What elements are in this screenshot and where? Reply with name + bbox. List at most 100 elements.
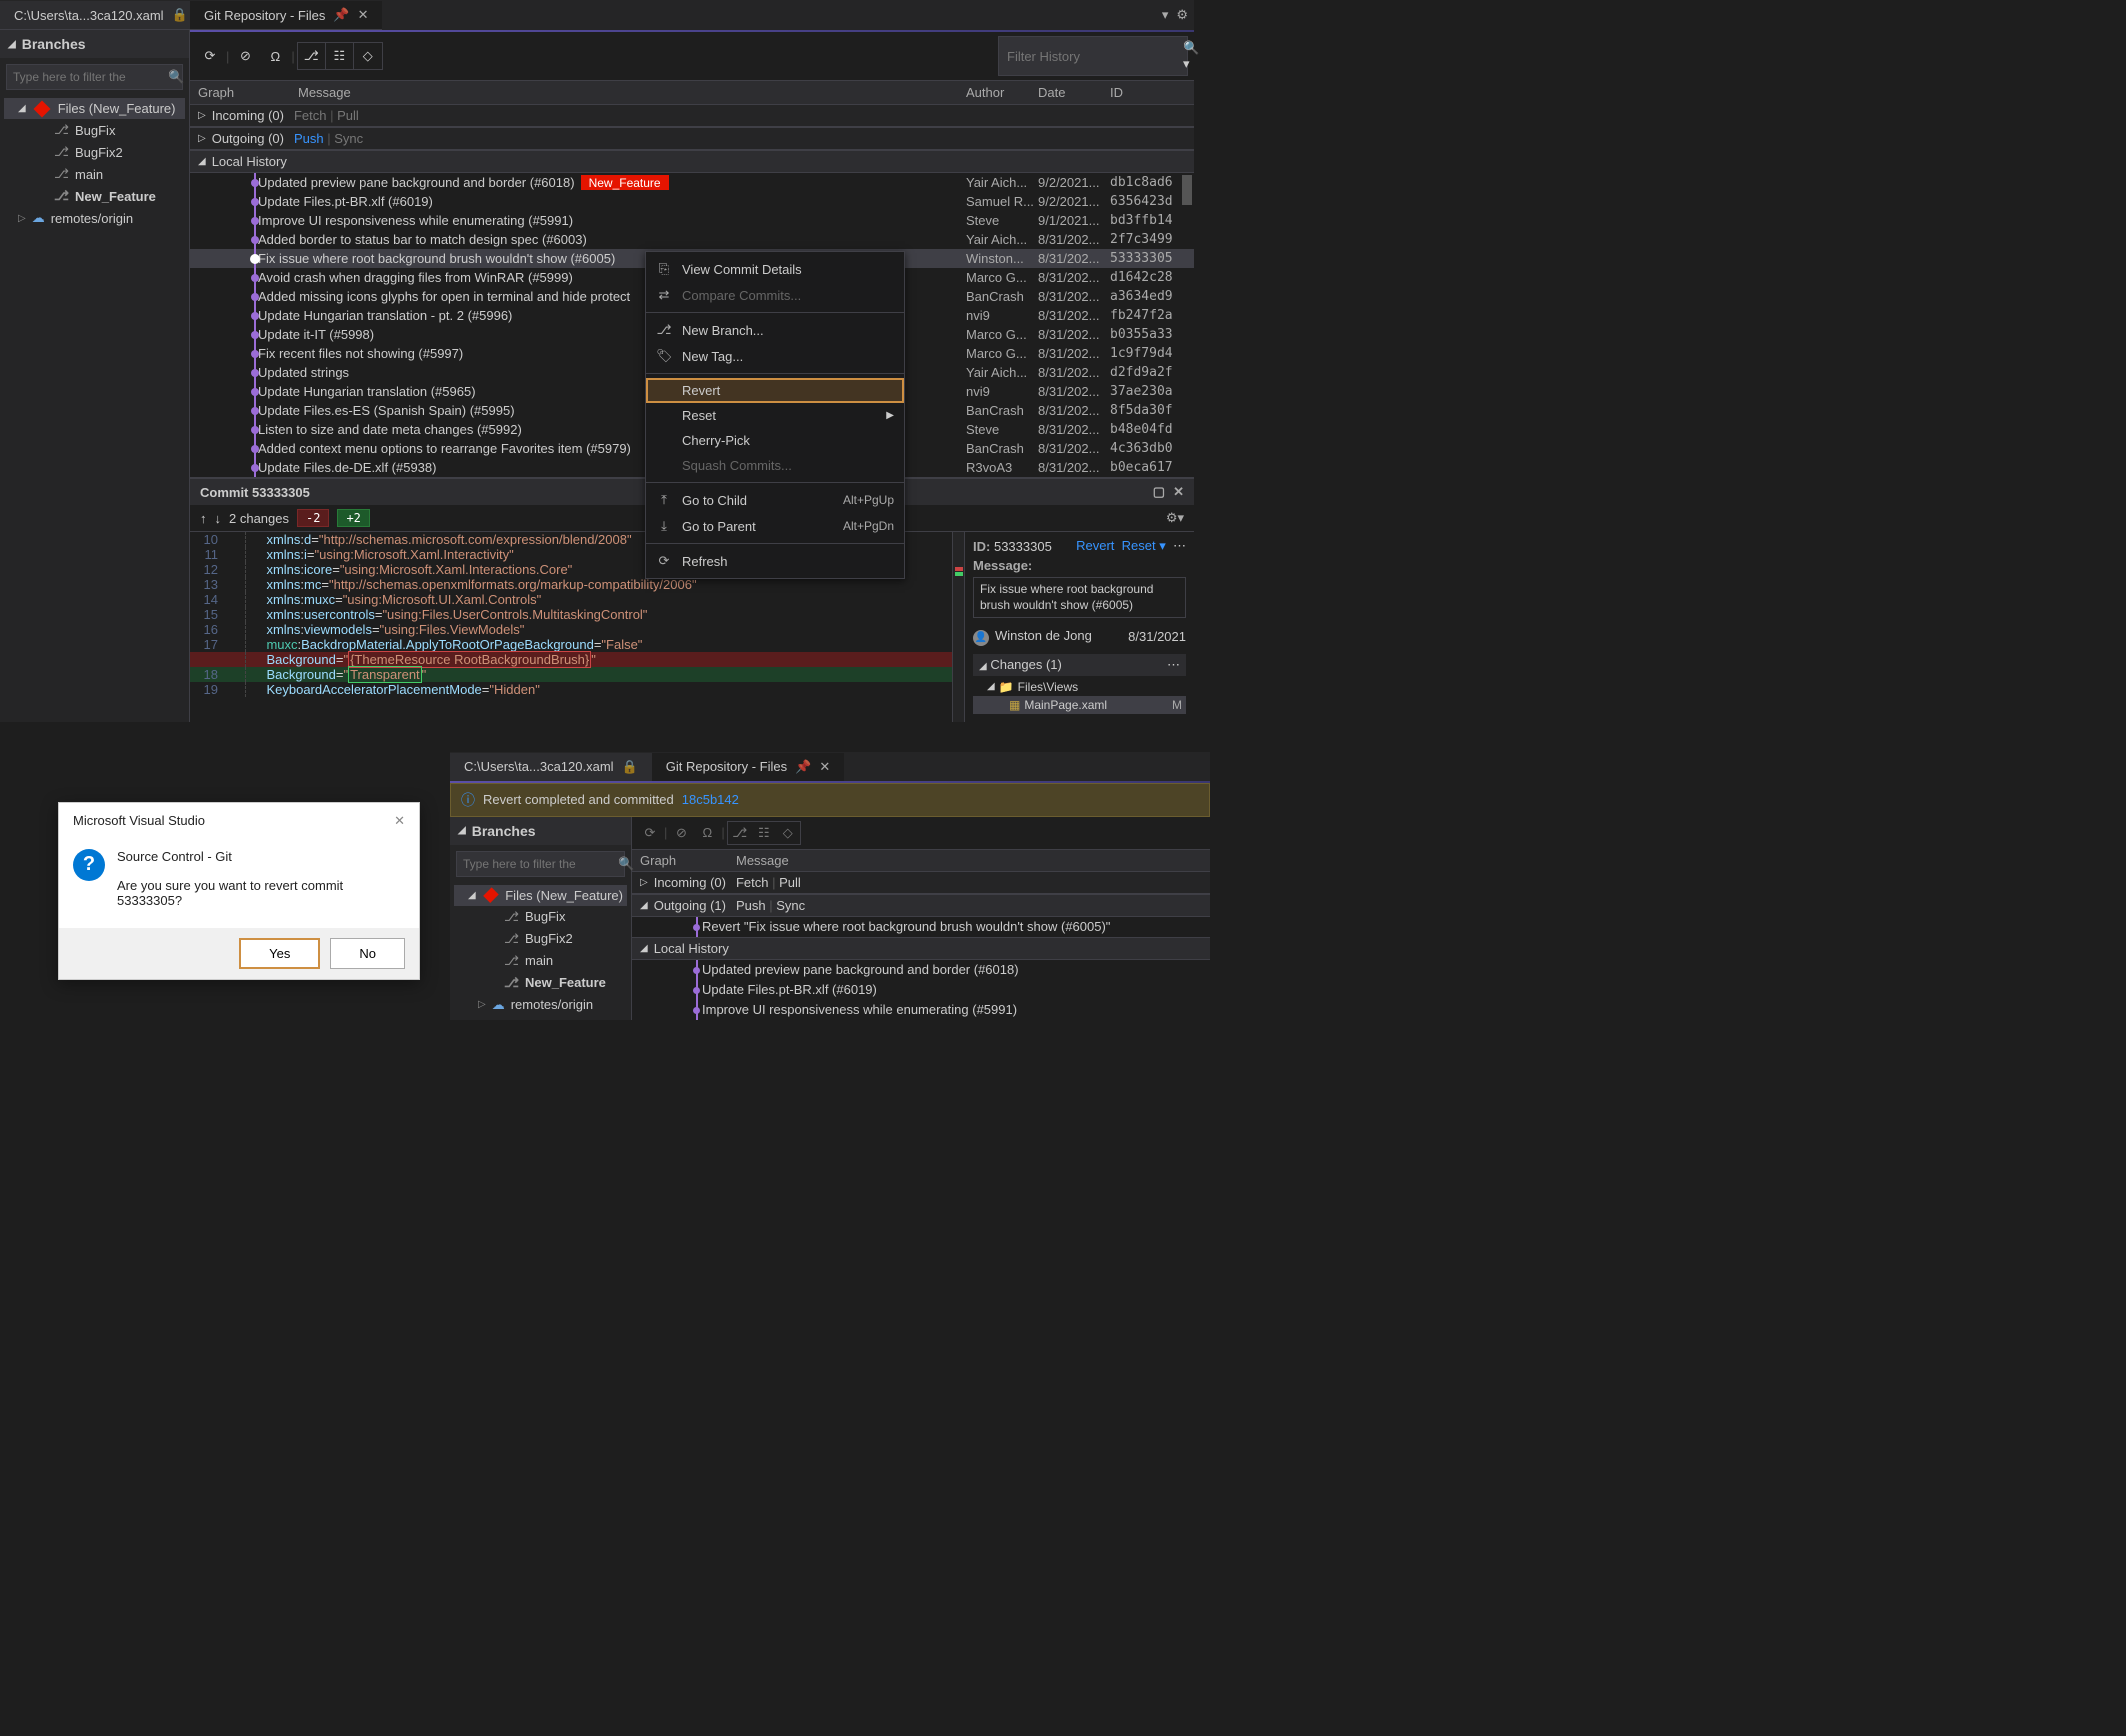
commit-row-after[interactable]: Updated preview pane background and bord… [632, 960, 1210, 980]
ctx-refresh[interactable]: ⟳Refresh [646, 548, 904, 574]
gear-icon[interactable]: ⚙▾ [1166, 510, 1184, 526]
remotes-node[interactable]: ▷☁remotes/origin [4, 207, 185, 229]
commit-row[interactable]: Added border to status bar to match desi… [190, 230, 1194, 249]
commit-row-after[interactable]: Improve UI responsiveness while enumerat… [632, 1000, 1210, 1020]
commit-id: 53333305 [994, 539, 1052, 554]
list-view-btn[interactable]: ☷ [326, 43, 354, 69]
commit-row[interactable]: Update Files.pt-BR.xlf (#6019) Samuel R.… [190, 192, 1194, 211]
remotes-after[interactable]: ▷☁remotes/origin [454, 994, 627, 1016]
refresh-button[interactable]: ⟳ [196, 43, 224, 69]
pin-icon[interactable]: 📌 [795, 759, 811, 775]
push-link[interactable]: Push [294, 131, 324, 146]
branch-item[interactable]: ⎇BugFix2 [454, 928, 627, 950]
repo-root[interactable]: ◢ Files (New_Feature) [4, 98, 185, 119]
branch-item[interactable]: ⎇main [454, 950, 627, 972]
fetch-link[interactable]: Fetch [294, 108, 327, 123]
new-commit-link[interactable]: 18c5b142 [682, 792, 739, 807]
pin-icon[interactable]: 📌 [333, 7, 349, 23]
maximize-icon[interactable]: ▢ [1153, 484, 1165, 500]
git-repo-icon [33, 100, 50, 117]
file-tab-after[interactable]: C:\Users\ta...3ca120.xaml🔒 [450, 752, 652, 781]
branch-icon: ⎇ [54, 188, 69, 204]
next-change-button[interactable]: ↓ [215, 511, 222, 526]
branch-item[interactable]: ⎇New_Feature [454, 972, 627, 994]
branch-new-feature[interactable]: ⎇New_Feature [4, 185, 185, 207]
close-icon[interactable]: ✕ [358, 7, 369, 23]
git-tab-label: Git Repository - Files [204, 8, 325, 23]
graph-view-btn[interactable]: ⎇ [298, 43, 326, 69]
dropdown-icon[interactable]: ▾ [1162, 7, 1169, 23]
refresh-button[interactable]: ⟳ [638, 822, 662, 844]
close-icon[interactable]: ✕ [1173, 484, 1184, 500]
branch-icon: ⎇ [54, 166, 69, 182]
local-after[interactable]: ◢Local History [632, 937, 1210, 960]
reset-link[interactable]: Reset ▾ [1122, 538, 1166, 553]
gear-icon[interactable]: ⚙ [1176, 7, 1188, 23]
commit-row[interactable]: Updated preview pane background and bord… [190, 173, 1194, 192]
dialog-title: Microsoft Visual Studio [73, 813, 205, 829]
branch-filter-after[interactable]: 🔍 [456, 851, 625, 877]
ctx-reset[interactable]: Reset▶ [646, 403, 904, 428]
branch-tag-badge: New_Feature [581, 175, 669, 190]
branch-bugfix[interactable]: ⎇BugFix [4, 119, 185, 141]
search-icon: 🔍▾ [1183, 40, 1199, 72]
diff-minimap[interactable] [952, 532, 964, 722]
ctx-new-tag-[interactable]: 🏷New Tag... [646, 343, 904, 369]
commit-row-after[interactable]: Update Files.pt-BR.xlf (#6019) [632, 980, 1210, 1000]
branches-header-after[interactable]: ◢Branches [450, 817, 631, 845]
col-id[interactable]: ID [1110, 85, 1186, 100]
toolbar-btn-2[interactable]: Ω [261, 43, 289, 69]
file-row[interactable]: ▦MainPage.xamlM [973, 696, 1186, 714]
incoming-after[interactable]: ▷Incoming (0)Fetch | Pull [632, 871, 1210, 894]
sync-link[interactable]: Sync [334, 131, 363, 146]
ctx-revert[interactable]: Revert [646, 378, 904, 403]
git-repository-tab[interactable]: Git Repository - Files 📌 ✕ [190, 0, 382, 29]
caret-right-icon: ▷ [18, 213, 26, 224]
branch-item[interactable]: ⎇BugFix [454, 906, 627, 928]
filter-btn[interactable]: ◇ [354, 43, 382, 69]
col-message[interactable]: Message [298, 85, 966, 100]
col-date[interactable]: Date [1038, 85, 1110, 100]
question-icon: ? [73, 849, 105, 881]
revert-link[interactable]: Revert [1076, 538, 1114, 553]
folder-row[interactable]: ◢📁Files\Views [973, 678, 1186, 696]
caret-right-icon: ▷ [198, 110, 206, 121]
git-tab-after[interactable]: Git Repository - Files📌✕ [652, 752, 844, 781]
pull-link[interactable]: Pull [337, 108, 359, 123]
commit-details-pane: ID: 53333305 Revert Reset ▾ ⋯ Message: F… [964, 532, 1194, 722]
incoming-section[interactable]: ▷ Incoming (0) Fetch | Pull [190, 104, 1194, 127]
ctx-new-branch-[interactable]: ⎇New Branch... [646, 317, 904, 343]
repo-root-after[interactable]: ◢Files (New_Feature) [454, 885, 627, 906]
branch-filter-field[interactable] [13, 70, 168, 84]
close-icon[interactable]: ✕ [819, 759, 830, 775]
branch-filter-input[interactable]: 🔍 [6, 64, 183, 90]
outgoing-section[interactable]: ▷ Outgoing (0) Push | Sync [190, 127, 1194, 150]
changes-header[interactable]: ◢ Changes (1) ⋯ [973, 654, 1186, 676]
commit-row[interactable]: Improve UI responsiveness while enumerat… [190, 211, 1194, 230]
ctx-cherry-pick[interactable]: Cherry-Pick [646, 428, 904, 453]
lock-icon: 🔒 [172, 7, 188, 23]
local-history-section[interactable]: ◢ Local History [190, 150, 1194, 173]
prev-change-button[interactable]: ↑ [200, 511, 207, 526]
ctx-go-to-child[interactable]: ⤒Go to ChildAlt+PgUp [646, 487, 904, 513]
file-tab[interactable]: C:\Users\ta...3ca120.xaml 🔒 [0, 0, 202, 29]
ctx-go-to-parent[interactable]: ⤓Go to ParentAlt+PgDn [646, 513, 904, 539]
no-button[interactable]: No [330, 938, 405, 969]
yes-button[interactable]: Yes [239, 938, 320, 969]
outgoing-commit-row[interactable]: Revert "Fix issue where root background … [632, 917, 1210, 937]
commit-date: 8/31/2021 [1128, 629, 1186, 644]
filter-history-box[interactable]: 🔍▾ [998, 36, 1188, 76]
close-icon[interactable]: ✕ [394, 813, 405, 829]
branch-bugfix2[interactable]: ⎇BugFix2 [4, 141, 185, 163]
outgoing-after[interactable]: ◢Outgoing (1)Push | Sync [632, 894, 1210, 917]
branch-icon: ⎇ [54, 122, 69, 138]
more-icon[interactable]: ⋯ [1173, 538, 1186, 553]
col-author[interactable]: Author [966, 85, 1038, 100]
filter-history-input[interactable] [1007, 49, 1183, 64]
toolbar-btn-1[interactable]: ⊘ [231, 43, 259, 69]
col-graph[interactable]: Graph [198, 85, 298, 100]
more-icon[interactable]: ⋯ [1167, 657, 1180, 673]
branch-main[interactable]: ⎇main [4, 163, 185, 185]
branches-header[interactable]: ◢ Branches [0, 30, 189, 58]
ctx-view-commit-details[interactable]: ⎘View Commit Details [646, 256, 904, 282]
